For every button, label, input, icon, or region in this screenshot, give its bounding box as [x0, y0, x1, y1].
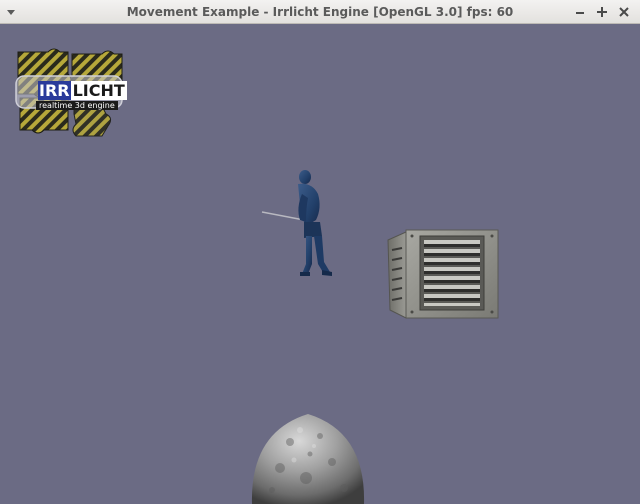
- irrlicht-logo: IRR LICHT realtime 3d engine: [10, 44, 128, 140]
- title-bar[interactable]: Movement Example - Irrlicht Engine [Open…: [0, 0, 640, 24]
- window-title: Movement Example - Irrlicht Engine [Open…: [126, 5, 514, 19]
- render-viewport[interactable]: IRR LICHT realtime 3d engine: [0, 24, 640, 504]
- maximize-icon[interactable]: [594, 4, 610, 20]
- minimize-icon[interactable]: [572, 4, 588, 20]
- metal-crate: [387, 229, 499, 319]
- close-icon[interactable]: [616, 4, 632, 20]
- application-window: Movement Example - Irrlicht Engine [Open…: [0, 0, 640, 504]
- logo-wordmark: IRR LICHT: [38, 81, 127, 100]
- logo-tagline: realtime 3d engine: [36, 101, 118, 110]
- ninja-character: [261, 170, 332, 276]
- stone-sphere: [251, 414, 365, 504]
